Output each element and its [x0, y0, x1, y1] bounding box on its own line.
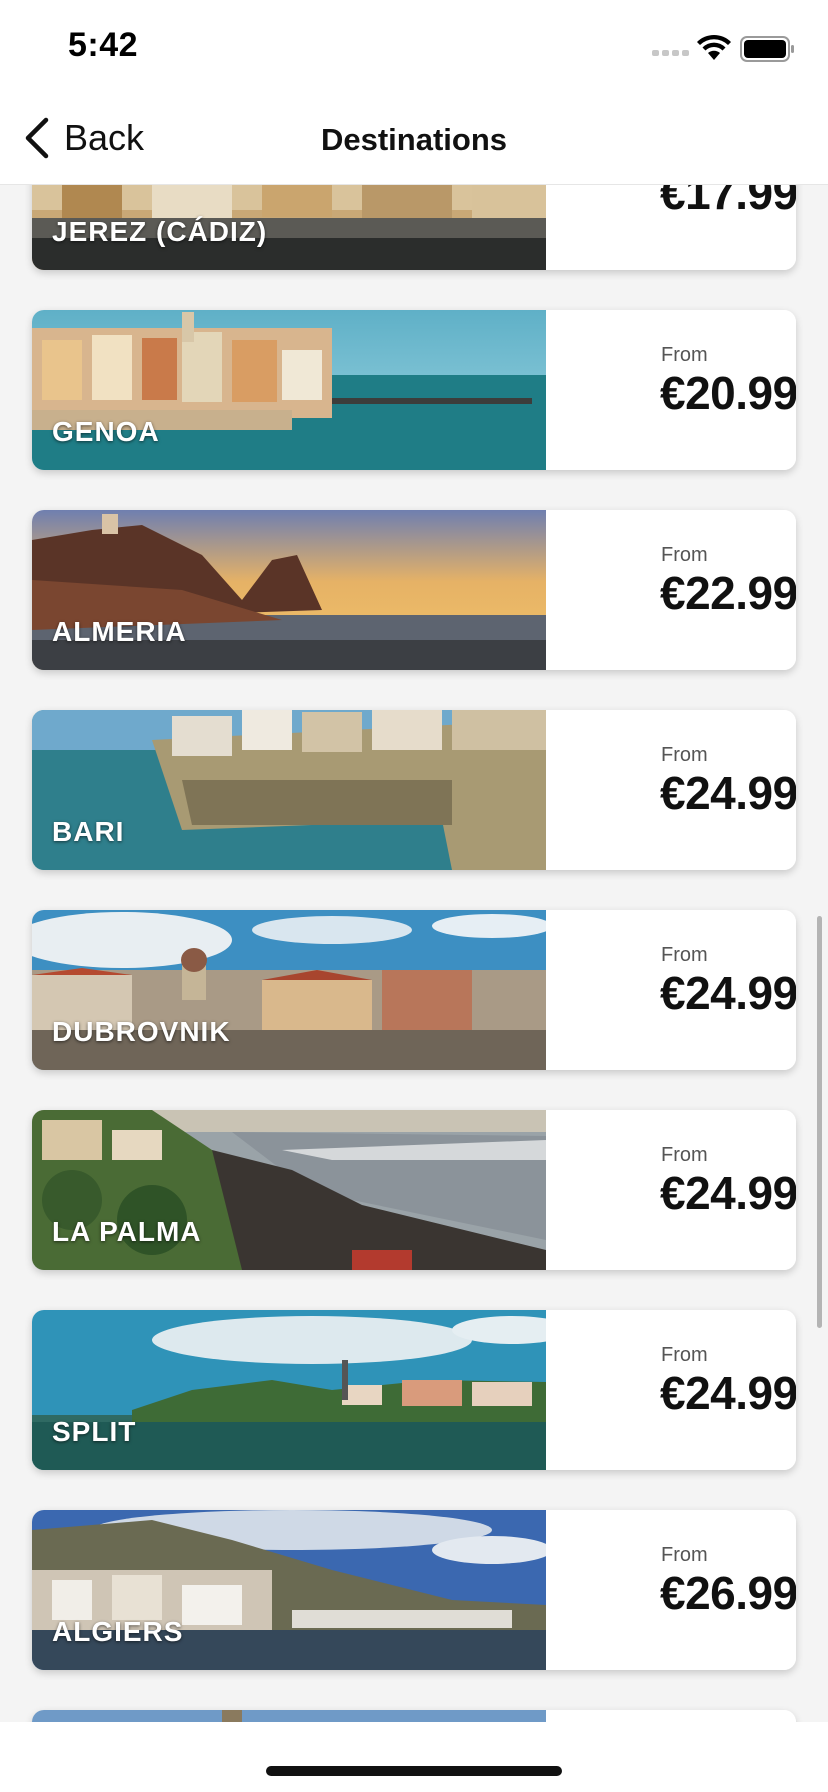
destination-photo: ALGIERS: [32, 1510, 546, 1670]
destination-name: BARI: [52, 816, 125, 847]
destination-name: SPLIT: [52, 1416, 137, 1447]
destination-name: ALMERIA: [52, 616, 187, 647]
price-box: From €22.99: [546, 510, 796, 670]
price-box: From €24.99: [546, 710, 796, 870]
destination-card-genoa[interactable]: GENOA From €20.99: [32, 310, 796, 470]
price: €24.99: [660, 1367, 796, 1419]
destination-card-la-palma[interactable]: LA PALMA From €24.99: [32, 1110, 796, 1270]
price-box: From €26.99: [546, 1510, 796, 1670]
price: €24.99: [660, 1167, 796, 1219]
destination-card-next[interactable]: [32, 1710, 796, 1722]
destination-photo: DUBROVNIK: [32, 910, 546, 1070]
price: €22.99: [660, 567, 796, 619]
price: €20.99: [660, 367, 796, 419]
from-label: From: [661, 1544, 708, 1566]
destination-name: DUBROVNIK: [52, 1016, 231, 1047]
destination-photo: [32, 1710, 546, 1722]
page-title: Destinations: [320, 122, 508, 157]
home-area: [0, 1722, 828, 1792]
destination-name: ALGIERS: [52, 1616, 184, 1647]
price-box: From €24.99: [546, 1310, 796, 1470]
from-label: From: [661, 1144, 708, 1166]
status-time: 5:42: [68, 26, 139, 64]
destination-photo: GENOA: [32, 310, 546, 470]
destination-name: JEREZ (CÁDIZ): [52, 216, 268, 247]
scroll-indicator[interactable]: [817, 916, 822, 1328]
price-box: From €24.99: [546, 1110, 796, 1270]
destination-photo: ALMERIA: [32, 510, 546, 670]
from-label: From: [661, 544, 708, 566]
destinations-list[interactable]: JEREZ (CÁDIZ) €17.99 GENOA From €20.99 A…: [0, 0, 828, 1722]
price: €24.99: [660, 767, 796, 819]
cellular-signal-icon: [652, 50, 689, 56]
destination-name: LA PALMA: [52, 1216, 202, 1247]
battery-icon: [740, 36, 794, 62]
price: €24.99: [660, 967, 796, 1019]
price-box: [546, 1710, 796, 1722]
destination-photo: LA PALMA: [32, 1110, 546, 1270]
from-label: From: [661, 744, 708, 766]
price-box: From €20.99: [546, 310, 796, 470]
from-label: From: [661, 944, 708, 966]
destination-photo: SPLIT: [32, 1310, 546, 1470]
navigation-bar: Back Destinations: [0, 92, 828, 185]
destination-photo: BARI: [32, 710, 546, 870]
destination-name: GENOA: [52, 416, 160, 447]
wifi-icon: [697, 34, 731, 60]
from-label: From: [661, 1344, 708, 1366]
price: €26.99: [660, 1567, 796, 1619]
destination-card-almeria[interactable]: ALMERIA From €22.99: [32, 510, 796, 670]
price-box: From €24.99: [546, 910, 796, 1070]
destination-card-bari[interactable]: BARI From €24.99: [32, 710, 796, 870]
destination-card-split[interactable]: SPLIT From €24.99: [32, 1310, 796, 1470]
destination-card-dubrovnik[interactable]: DUBROVNIK From €24.99: [32, 910, 796, 1070]
destination-card-algiers[interactable]: ALGIERS From €26.99: [32, 1510, 796, 1670]
status-bar: 5:42: [0, 0, 828, 92]
home-indicator[interactable]: [266, 1766, 562, 1776]
from-label: From: [661, 344, 708, 366]
